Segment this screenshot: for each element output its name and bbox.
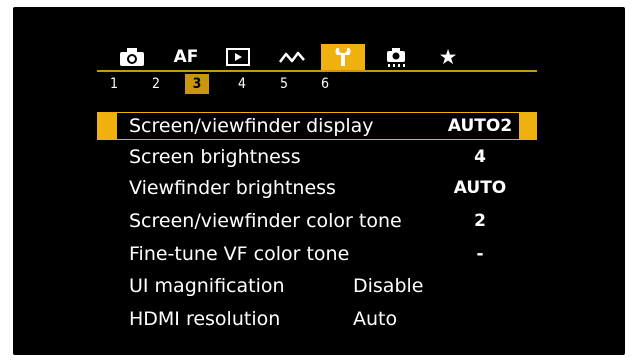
menu-item-value: Disable: [353, 275, 424, 297]
camera-icon: [120, 48, 144, 66]
tab-my-menu[interactable]: ★: [426, 44, 470, 70]
page-5[interactable]: 5: [272, 74, 296, 94]
menu-item-value: 2: [474, 211, 486, 231]
menu-item-label: Screen/viewfinder color tone: [129, 210, 402, 232]
wireless-icon: [279, 51, 305, 63]
custom-functions-icon: [387, 48, 405, 67]
menu-item-label: Screen brightness: [129, 146, 301, 168]
play-icon: [226, 48, 250, 66]
page-1[interactable]: 1: [102, 74, 126, 94]
star-icon: ★: [438, 44, 458, 69]
tab-custom[interactable]: [374, 44, 418, 70]
menu-item-label: UI magnification: [129, 275, 285, 297]
tab-playback[interactable]: [216, 44, 260, 70]
menu-item-label: HDMI resolution: [129, 308, 281, 330]
page-4[interactable]: 4: [230, 74, 254, 94]
menu-item-value: 4: [474, 147, 486, 167]
tab-wireless[interactable]: [270, 44, 314, 70]
menu-item-viewfinder-brightness[interactable]: Viewfinder brightness AUTO: [97, 174, 537, 202]
menu-item-value: Auto: [353, 308, 398, 330]
tab-af-label: AF: [173, 47, 199, 67]
menu-item-fine-tune-vf-color-tone[interactable]: Fine-tune VF color tone -: [97, 240, 537, 268]
menu-item-label: Fine-tune VF color tone: [129, 243, 350, 265]
wrench-icon: [335, 48, 351, 66]
tab-setup[interactable]: [321, 44, 365, 70]
menu-item-label: Viewfinder brightness: [129, 177, 336, 199]
menu-item-screen-viewfinder-color-tone[interactable]: Screen/viewfinder color tone 2: [97, 207, 537, 235]
page-3[interactable]: 3: [185, 74, 209, 94]
menu-tab-bar: AF ★: [110, 44, 530, 70]
menu-item-screen-brightness[interactable]: Screen brightness 4: [97, 143, 537, 171]
tab-divider: [97, 70, 537, 72]
menu-item-screen-viewfinder-display[interactable]: Screen/viewfinder display AUTO2: [97, 112, 537, 140]
page-2[interactable]: 2: [144, 74, 168, 94]
tab-shooting[interactable]: [110, 44, 154, 70]
menu-item-ui-magnification[interactable]: UI magnification Disable: [97, 272, 537, 300]
menu-item-label: Screen/viewfinder display: [129, 115, 374, 137]
menu-item-value: AUTO2: [447, 116, 513, 136]
menu-item-value: -: [476, 244, 484, 264]
tab-af[interactable]: AF: [164, 44, 208, 70]
menu-item-hdmi-resolution[interactable]: HDMI resolution Auto: [97, 305, 537, 333]
page-6[interactable]: 6: [313, 74, 337, 94]
menu-item-value: AUTO: [453, 178, 507, 198]
